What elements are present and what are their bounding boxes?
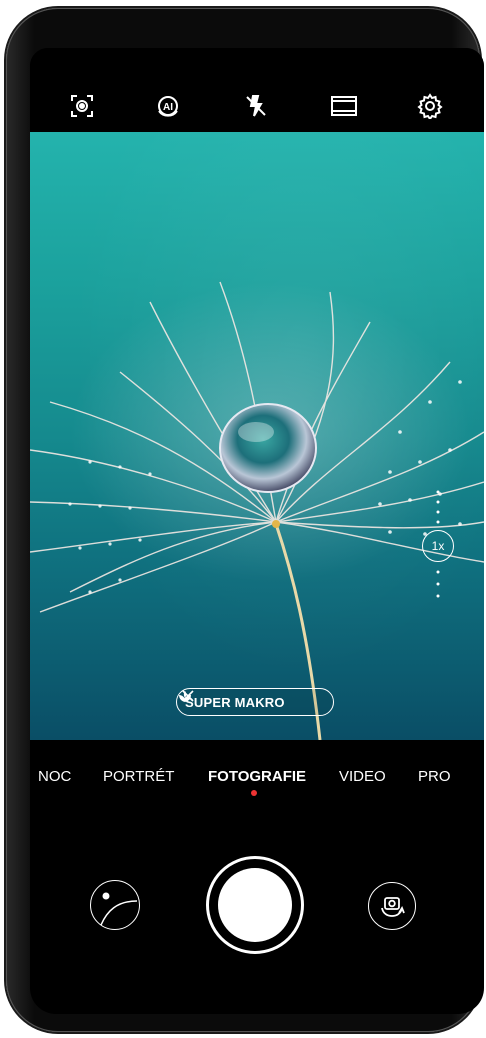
zoom-label: 1x	[431, 539, 445, 553]
portrait-focus-icon[interactable]	[68, 92, 96, 120]
camera-screen: AI 1x SUPER MAKRO NOC PORTRÉT FOTOGRAFIE…	[30, 48, 484, 1014]
dandelion-seed-image	[30, 281, 484, 740]
active-mode-indicator	[251, 790, 257, 796]
mode-photo[interactable]: FOTOGRAFIE	[208, 768, 306, 785]
shutter-button[interactable]	[206, 856, 304, 954]
ai-icon[interactable]: AI	[154, 92, 182, 120]
camera-viewfinder[interactable]: 1x SUPER MAKRO	[30, 132, 484, 740]
shutter-inner	[218, 868, 292, 942]
gallery-thumbnail-button[interactable]	[90, 880, 140, 930]
switch-camera-button[interactable]	[368, 882, 416, 930]
camera-mode-selector: NOC PORTRÉT FOTOGRAFIE VIDEO PRO	[30, 760, 484, 800]
flash-off-icon[interactable]	[242, 92, 270, 120]
mode-portrait[interactable]: PORTRÉT	[103, 768, 174, 785]
mode-pro[interactable]: PRO	[418, 768, 451, 785]
close-icon[interactable]	[181, 689, 195, 703]
phone-frame: AI 1x SUPER MAKRO NOC PORTRÉT FOTOGRAFIE…	[6, 8, 484, 1032]
super-macro-label: SUPER MAKRO	[185, 694, 285, 710]
switch-camera-icon	[381, 897, 405, 917]
aspect-ratio-icon[interactable]	[330, 92, 358, 120]
camera-top-bar: AI	[30, 48, 484, 132]
settings-gear-icon[interactable]	[416, 92, 444, 120]
svg-text:AI: AI	[163, 102, 173, 113]
gallery-icon	[100, 892, 138, 926]
zoom-level-button[interactable]: 1x	[422, 530, 454, 562]
super-macro-chip[interactable]: SUPER MAKRO	[176, 688, 334, 716]
mode-night[interactable]: NOC	[38, 768, 71, 785]
mode-video[interactable]: VIDEO	[339, 768, 386, 785]
